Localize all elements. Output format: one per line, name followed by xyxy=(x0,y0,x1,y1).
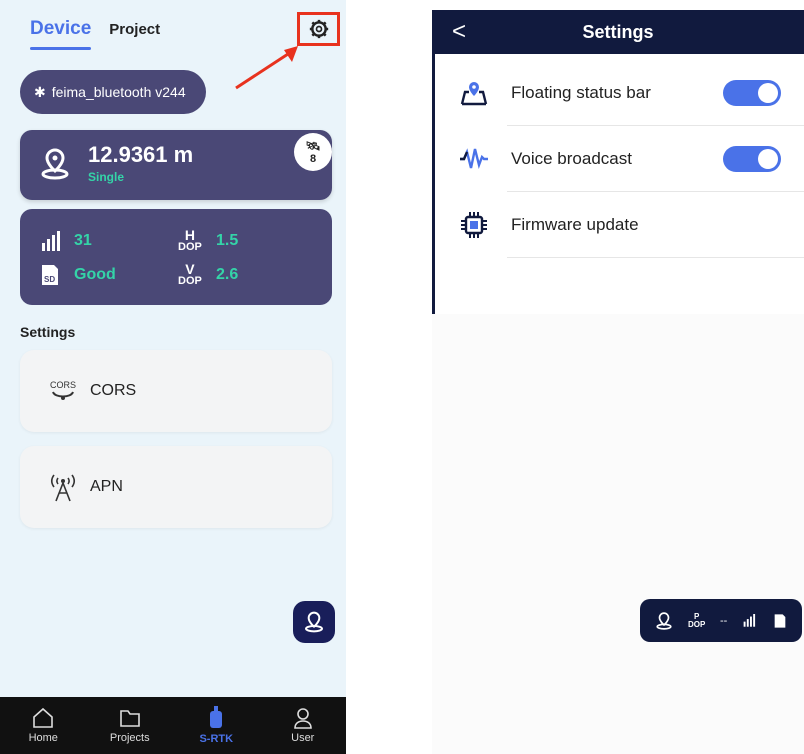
pdop-value: -- xyxy=(719,614,728,627)
sim-value: 31 xyxy=(74,232,92,249)
apn-item[interactable]: APN xyxy=(20,446,332,528)
tab-device[interactable]: Device xyxy=(30,18,92,50)
waveform-icon xyxy=(460,148,488,170)
tab-project[interactable]: Project xyxy=(109,21,160,38)
svg-text:SD: SD xyxy=(44,275,55,284)
receiver-icon xyxy=(210,706,223,728)
nav-projects-label: Projects xyxy=(109,732,150,744)
bottom-nav: Home Projects S-RTK User xyxy=(0,697,346,754)
map-pin-icon xyxy=(460,82,488,106)
bluetooth-device-label: feima_bluetooth v244 xyxy=(51,84,186,100)
floating-status-bar[interactable]: P DOP -- xyxy=(640,599,802,642)
floating-status-bar-toggle[interactable] xyxy=(723,80,781,106)
hdop-label: H DOP xyxy=(178,227,202,253)
floating-status-bar-label: Floating status bar xyxy=(511,83,651,102)
nav-home[interactable]: Home xyxy=(13,707,73,744)
satellite-count: 8 xyxy=(309,153,317,165)
nav-user-label: User xyxy=(291,732,315,744)
floating-status-bar-row[interactable]: Floating status bar xyxy=(455,60,804,126)
location-pin-icon xyxy=(41,148,69,180)
voice-broadcast-row[interactable]: Voice broadcast xyxy=(455,126,804,192)
chip-icon xyxy=(461,212,487,238)
cors-label: CORS xyxy=(90,382,137,399)
nav-home-label: Home xyxy=(28,732,58,744)
fix-mode: Single xyxy=(88,170,125,184)
settings-section-title: Settings xyxy=(20,324,76,340)
firmware-update-row[interactable]: Firmware update xyxy=(455,192,804,258)
cors-icon: CORS xyxy=(50,380,76,400)
nav-projects[interactable]: Projects xyxy=(100,707,160,744)
location-fab-button[interactable] xyxy=(293,601,335,643)
vdop-value: 2.6 xyxy=(216,266,239,283)
home-icon xyxy=(33,707,54,728)
distance-value: 12.9361 m xyxy=(88,142,194,167)
settings-gear-button[interactable] xyxy=(297,12,340,46)
bluetooth-device-pill[interactable]: ✱ feima_bluetooth v244 xyxy=(20,70,206,114)
svg-text:CORS: CORS xyxy=(50,380,76,390)
sim-signal-icon xyxy=(42,231,60,251)
voice-broadcast-label: Voice broadcast xyxy=(511,149,632,168)
sd-value: Good xyxy=(74,266,116,283)
annotation-arrow xyxy=(235,46,298,90)
tab-bar: Device Project xyxy=(30,18,160,50)
bluetooth-icon: ✱ xyxy=(34,83,46,100)
status-card: 31 SD Good H DOP 1.5 V DOP 2.6 xyxy=(20,209,332,305)
nav-user[interactable]: User xyxy=(273,707,333,744)
folder-icon xyxy=(119,710,140,727)
device-screen: Device Project ✱ feima_bluetooth v244 12… xyxy=(0,0,346,754)
sd-card-icon xyxy=(774,613,785,628)
apn-label: APN xyxy=(90,478,123,495)
satellite-icon: 🛰 xyxy=(305,139,321,153)
vdop-label: V DOP xyxy=(178,261,202,287)
position-card: 12.9361 m Single xyxy=(20,130,332,200)
settings-screen: < Settings Floating status bar Voice bro… xyxy=(432,10,804,754)
gear-icon xyxy=(309,19,328,39)
user-icon xyxy=(293,708,312,729)
settings-header: < Settings xyxy=(432,10,804,54)
page-title: Settings xyxy=(582,22,654,42)
sd-card-icon: SD xyxy=(42,265,58,285)
cors-item[interactable]: CORS CORS xyxy=(20,350,332,432)
location-pin-icon xyxy=(656,611,672,630)
nav-s-rtk-label: S-RTK xyxy=(199,733,234,745)
nav-s-rtk[interactable]: S-RTK xyxy=(186,706,246,745)
hdop-value: 1.5 xyxy=(216,232,239,249)
background-area xyxy=(432,314,804,754)
satellite-badge: 🛰 8 xyxy=(294,133,332,171)
pdop-label: P DOP xyxy=(687,611,706,629)
settings-panel: Floating status bar Voice broadcast Firm… xyxy=(435,54,804,314)
antenna-tower-icon xyxy=(50,474,76,502)
voice-broadcast-toggle[interactable] xyxy=(723,146,781,172)
sim-signal-icon xyxy=(743,613,756,627)
location-pin-icon xyxy=(305,611,323,633)
firmware-update-label: Firmware update xyxy=(511,215,639,234)
